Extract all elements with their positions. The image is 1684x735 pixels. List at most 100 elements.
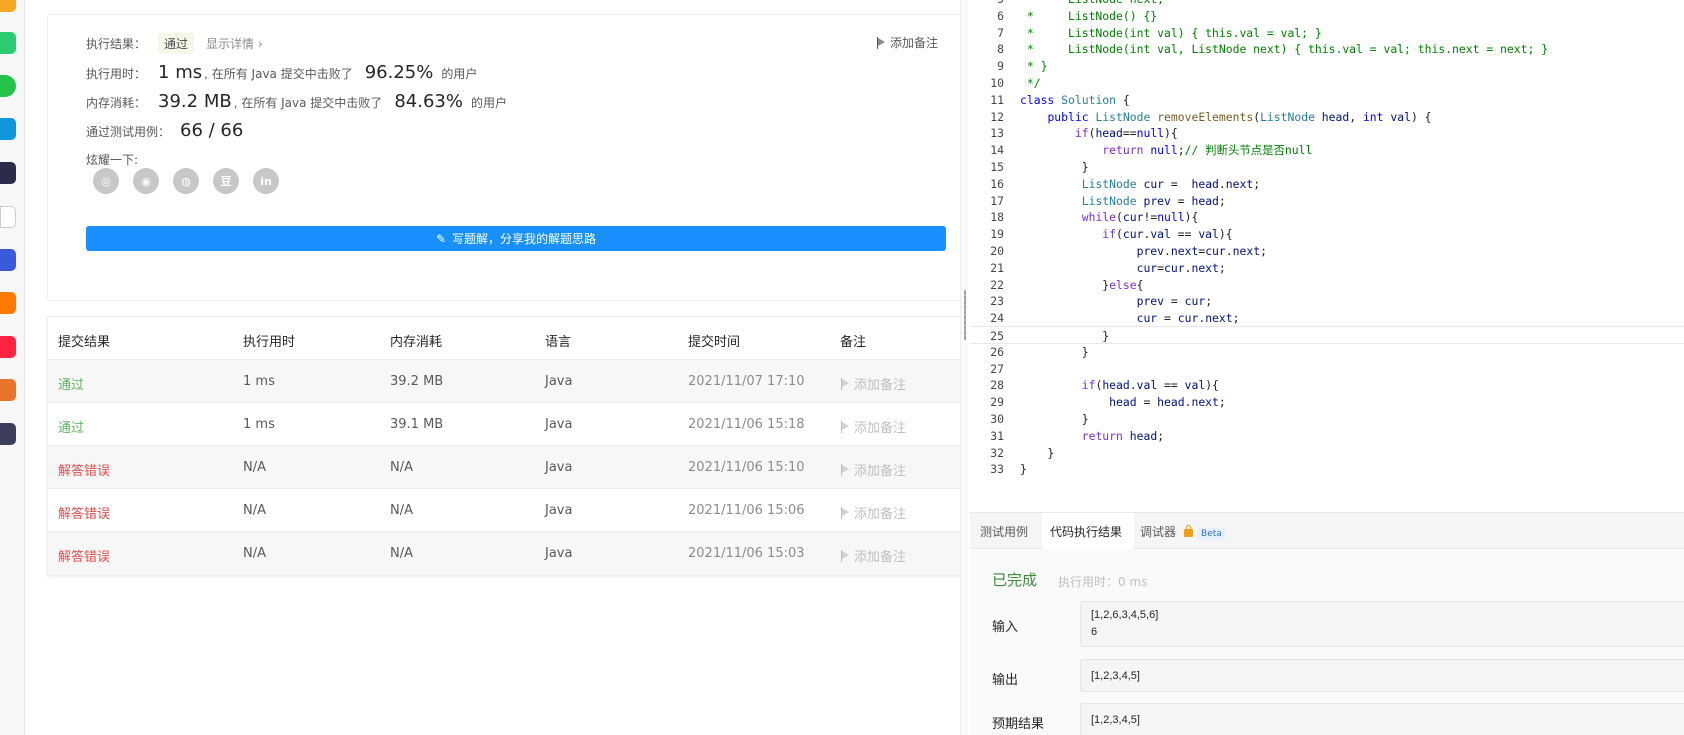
code-line[interactable]: 31 return head; bbox=[970, 427, 1684, 445]
row-status[interactable]: 解答错误 bbox=[58, 503, 110, 522]
memory-users-text: 的用户 bbox=[470, 96, 507, 110]
code-line[interactable]: 32 } bbox=[970, 444, 1684, 462]
pane-splitter[interactable] bbox=[960, 0, 968, 735]
output-value[interactable]: [1,2,3,4,5] bbox=[1080, 659, 1684, 692]
code-text[interactable]: public ListNode removeElements(ListNode … bbox=[1020, 108, 1431, 126]
show-detail-link[interactable]: 显示详情 › bbox=[206, 35, 263, 52]
row-status[interactable]: 解答错误 bbox=[58, 546, 110, 565]
code-text[interactable]: cur = cur.next; bbox=[1020, 309, 1240, 327]
code-text[interactable]: class Solution { bbox=[1020, 91, 1130, 109]
tab-testcase[interactable]: 测试用例 bbox=[980, 523, 1028, 540]
code-line[interactable]: 30 } bbox=[970, 410, 1684, 428]
code-line[interactable]: 15 } bbox=[970, 158, 1684, 176]
code-line[interactable]: 13 if(head==null){ bbox=[970, 124, 1684, 142]
row-add-note-button[interactable]: 添加备注 bbox=[840, 503, 906, 522]
write-solution-button[interactable]: ✎ 写题解，分享我的解题思路 bbox=[86, 226, 946, 251]
tab-run-result[interactable]: 代码执行结果 bbox=[1050, 523, 1122, 540]
dock-app-icon[interactable] bbox=[0, 0, 16, 12]
code-text[interactable]: * ListNode(int val, ListNode next) { thi… bbox=[1020, 40, 1548, 58]
code-line[interactable]: 10 */ bbox=[970, 74, 1684, 92]
code-text[interactable]: ListNode prev = head; bbox=[1020, 192, 1226, 210]
code-text[interactable]: while(cur!=null){ bbox=[1020, 208, 1199, 226]
line-number: 14 bbox=[990, 143, 1004, 158]
code-line[interactable]: 33} bbox=[970, 460, 1684, 478]
code-text[interactable]: prev = cur; bbox=[1020, 292, 1212, 310]
video-app-icon[interactable] bbox=[0, 292, 16, 314]
game2-app-icon[interactable] bbox=[0, 379, 16, 401]
table-row[interactable]: 通过 1 ms 39.2 MB Java 2021/11/07 17:10 添加… bbox=[48, 360, 964, 403]
code-text[interactable]: if(head==null){ bbox=[1020, 124, 1178, 142]
row-add-note-button[interactable]: 添加备注 bbox=[840, 417, 906, 436]
code-line[interactable]: 21 cur=cur.next; bbox=[970, 259, 1684, 277]
code-text[interactable]: * ListNode(int val) { this.val = val; } bbox=[1020, 24, 1322, 42]
code-line[interactable]: 9 * } bbox=[970, 57, 1684, 75]
code-line[interactable]: 26 } bbox=[970, 343, 1684, 361]
code-text[interactable]: * ListNode() {} bbox=[1020, 7, 1157, 25]
code-line[interactable]: 8 * ListNode(int val, ListNode next) { t… bbox=[970, 40, 1684, 58]
browser-app-icon[interactable] bbox=[0, 118, 16, 140]
code-line[interactable]: 23 prev = cur; bbox=[970, 292, 1684, 310]
code-text[interactable]: cur=cur.next; bbox=[1020, 259, 1226, 277]
code-text[interactable]: } bbox=[1020, 158, 1089, 176]
code-text[interactable]: if(head.val == val){ bbox=[1020, 376, 1219, 394]
code-line[interactable]: 16 ListNode cur = head.next; bbox=[970, 175, 1684, 193]
code-line[interactable]: 27 bbox=[970, 360, 1684, 378]
weibo-icon[interactable]: ◉ bbox=[133, 168, 159, 194]
code-text[interactable]: } bbox=[1020, 410, 1089, 428]
row-add-note-button[interactable]: 添加备注 bbox=[840, 460, 906, 479]
game3-app-icon[interactable] bbox=[0, 423, 16, 445]
linkedin-icon[interactable]: in bbox=[253, 168, 279, 194]
table-row[interactable]: 通过 1 ms 39.1 MB Java 2021/11/06 15:18 添加… bbox=[48, 403, 964, 446]
code-line[interactable]: 7 * ListNode(int val) { this.val = val; … bbox=[970, 24, 1684, 42]
row-status[interactable]: 通过 bbox=[58, 417, 84, 436]
douban-icon[interactable]: 豆 bbox=[213, 168, 239, 194]
row-status[interactable]: 解答错误 bbox=[58, 460, 110, 479]
code-text[interactable]: ListNode cur = head.next; bbox=[1020, 175, 1260, 193]
wechat-icon[interactable]: ◎ bbox=[93, 168, 119, 194]
code-line[interactable]: 6 * ListNode() {} bbox=[970, 7, 1684, 25]
document-app-icon[interactable] bbox=[0, 206, 16, 228]
code-line[interactable]: 12 public ListNode removeElements(ListNo… bbox=[970, 108, 1684, 126]
code-line[interactable]: 19 if(cur.val == val){ bbox=[970, 225, 1684, 243]
code-text[interactable]: head = head.next; bbox=[1020, 393, 1226, 411]
table-row[interactable]: 解答错误 N/A N/A Java 2021/11/06 15:03 添加备注 bbox=[48, 532, 964, 575]
code-text[interactable]: if(cur.val == val){ bbox=[1020, 225, 1232, 243]
code-text[interactable]: */ bbox=[1020, 74, 1041, 92]
row-add-note-button[interactable]: 添加备注 bbox=[840, 546, 906, 565]
row-add-note-button[interactable]: 添加备注 bbox=[840, 374, 906, 393]
code-line[interactable]: 24 cur = cur.next; bbox=[970, 309, 1684, 327]
row-language: Java bbox=[545, 374, 573, 389]
code-line[interactable]: 22 }else{ bbox=[970, 276, 1684, 294]
code-line[interactable]: 11 class Solution { bbox=[970, 91, 1684, 109]
row-status[interactable]: 通过 bbox=[58, 374, 84, 393]
code-text[interactable]: return head; bbox=[1020, 427, 1164, 445]
code-text[interactable]: } bbox=[1020, 343, 1089, 361]
code-line[interactable]: 18 while(cur!=null){ bbox=[970, 208, 1684, 226]
media-app-icon[interactable] bbox=[0, 249, 16, 271]
red-app-icon[interactable] bbox=[0, 336, 16, 358]
code-text[interactable]: prev.next=cur.next; bbox=[1020, 242, 1267, 260]
code-editor[interactable]: 5 * ListNode next;6 * ListNode() {}7 * L… bbox=[970, 0, 1684, 512]
qq-icon[interactable]: ◍ bbox=[173, 168, 199, 194]
code-text[interactable]: }else{ bbox=[1020, 276, 1143, 294]
code-text[interactable]: return null;// 判断头节点是否null bbox=[1020, 141, 1312, 159]
expected-value[interactable]: [1,2,3,4,5] bbox=[1080, 703, 1684, 735]
code-line[interactable]: 17 ListNode prev = head; bbox=[970, 192, 1684, 210]
table-row[interactable]: 解答错误 N/A N/A Java 2021/11/06 15:06 添加备注 bbox=[48, 489, 964, 532]
code-text[interactable]: * } bbox=[1020, 57, 1048, 75]
add-note-button[interactable]: 添加备注 bbox=[876, 34, 938, 51]
wechat-app-icon[interactable] bbox=[0, 75, 16, 97]
game-app-icon[interactable] bbox=[0, 162, 16, 184]
line-number: 10 bbox=[990, 76, 1004, 90]
code-line[interactable]: 28 if(head.val == val){ bbox=[970, 376, 1684, 394]
mail-app-icon[interactable] bbox=[0, 32, 16, 54]
tab-debugger[interactable]: 调试器 Beta bbox=[1140, 523, 1226, 540]
code-text[interactable]: } bbox=[1020, 460, 1027, 478]
input-value[interactable]: [1,2,6,3,4,5,6] 6 bbox=[1080, 601, 1684, 647]
code-line[interactable]: 29 head = head.next; bbox=[970, 393, 1684, 411]
code-text[interactable]: } bbox=[1020, 444, 1054, 462]
code-line[interactable]: 20 prev.next=cur.next; bbox=[970, 242, 1684, 260]
code-line[interactable]: 25 } bbox=[970, 326, 1684, 344]
table-row[interactable]: 解答错误 N/A N/A Java 2021/11/06 15:10 添加备注 bbox=[48, 446, 964, 489]
code-line[interactable]: 14 return null;// 判断头节点是否null bbox=[970, 141, 1684, 159]
